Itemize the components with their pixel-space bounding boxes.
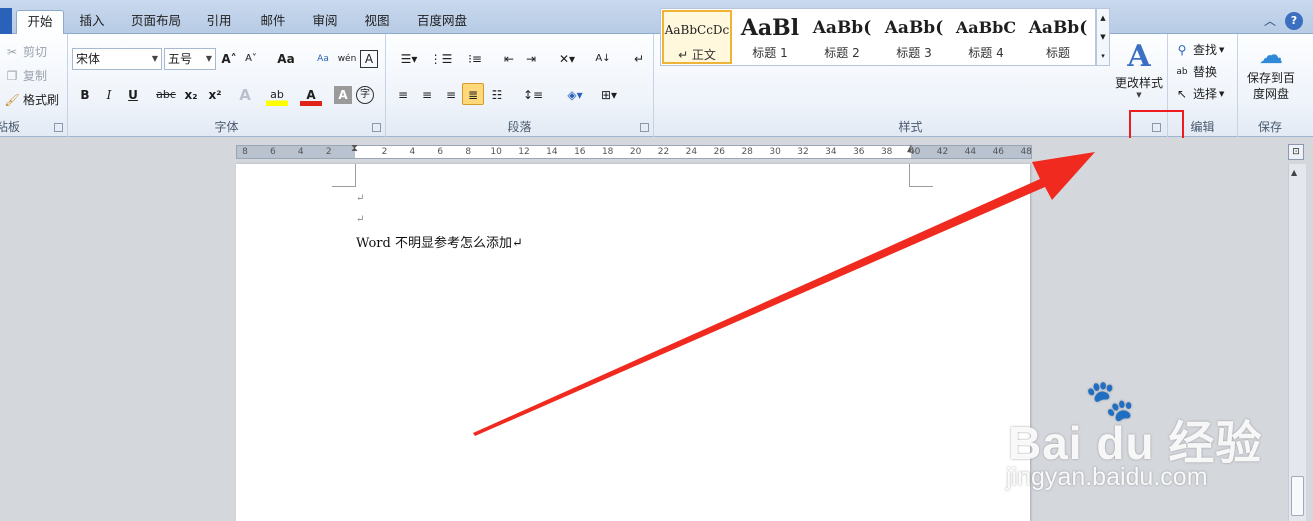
watermark-url: jingyan.baidu.com xyxy=(1006,463,1208,491)
baidu-jingyan-watermark: 🐾 Bai du 经验 jingyan.baidu.com xyxy=(1000,378,1300,501)
